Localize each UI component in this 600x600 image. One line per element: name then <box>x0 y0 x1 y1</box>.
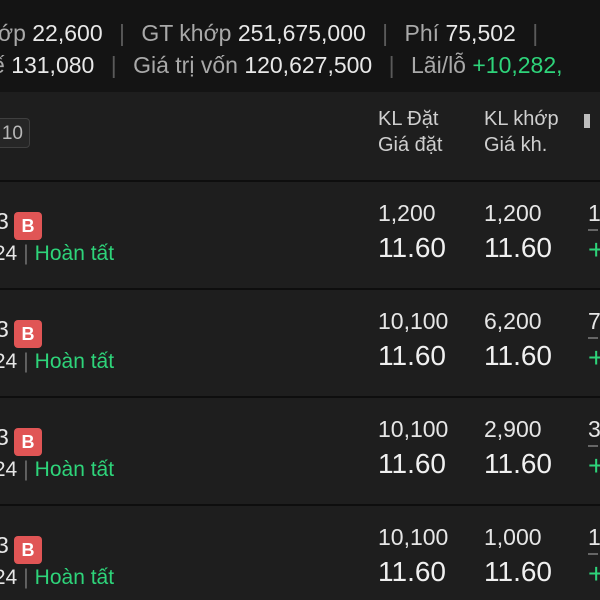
header-matched-qty: KL khớp <box>484 108 559 130</box>
separator: | <box>532 20 539 46</box>
cutoff-dash <box>588 553 598 555</box>
separator: | <box>23 242 29 265</box>
order-price: 11.60 <box>378 448 446 479</box>
cutoff-value: 1 <box>588 524 600 550</box>
order-meta: /24 |Hoàn tất <box>0 350 114 374</box>
separator: | <box>23 458 29 481</box>
cutoff-sign: + <box>588 234 600 265</box>
cutoff-value: 7 <box>588 308 600 334</box>
profit-loss-value: +10,282, <box>472 52 563 78</box>
order-qty: 10,100 <box>378 416 449 442</box>
separator: | <box>110 52 117 78</box>
matched-qty: 1,200 <box>484 200 542 226</box>
fee-label: Phí <box>404 20 440 46</box>
order-meta: /24 |Hoàn tất <box>0 566 114 590</box>
separator: | <box>23 350 29 373</box>
order-row[interactable]: 3 B /24 |Hoàn tất 10,100 6,200 11.60 11.6… <box>0 290 600 398</box>
matched-qty: 2,900 <box>484 416 542 442</box>
cutoff-sign: + <box>588 342 600 373</box>
header-col-matched: KL khớp Giá kh. <box>484 106 559 158</box>
order-row[interactable]: 3 B /24 |Hoàn tất 10,100 2,900 11.60 11.6… <box>0 398 600 506</box>
header-order-qty: KL Đặt <box>378 108 439 130</box>
matched-price: 11.60 <box>484 340 552 371</box>
order-date: /24 <box>0 242 18 265</box>
tax-label: ế <box>0 52 5 78</box>
matched-price: 11.60 <box>484 556 552 587</box>
order-count-badge: 10 <box>0 118 30 148</box>
cutoff-dash <box>588 445 598 447</box>
order-status: Hoàn tất <box>34 350 115 373</box>
separator: | <box>23 566 29 589</box>
buy-side-badge: B <box>14 428 42 456</box>
separator: | <box>382 20 389 46</box>
cost-value-value: 120,627,500 <box>244 52 373 78</box>
cost-value-label: Giá trị vốn <box>133 52 238 78</box>
order-price: 11.60 <box>378 556 446 587</box>
order-qty: 1,200 <box>378 200 436 226</box>
header-col-order: KL Đặt Giá đặt <box>378 106 442 158</box>
matched-qty-value: 22,600 <box>32 20 103 46</box>
matched-qty: 6,200 <box>484 308 542 334</box>
order-status: Hoàn tất <box>34 242 115 265</box>
matched-price: 11.60 <box>484 448 552 479</box>
order-meta: /24 |Hoàn tất <box>0 458 114 482</box>
cutoff-sign: + <box>588 558 600 589</box>
order-symbol: 3 <box>0 424 9 450</box>
cutoff-dash <box>588 229 598 231</box>
matched-value-label: GT khớp <box>141 20 232 46</box>
order-summary: ớp 22,600 | GT khớp 251,675,000 | Phí 75… <box>0 0 600 92</box>
order-symbol: 3 <box>0 208 9 234</box>
order-status: Hoàn tất <box>34 458 115 481</box>
cutoff-value: 3 <box>588 416 600 442</box>
separator: | <box>119 20 125 46</box>
cutoff-dash <box>588 337 598 339</box>
order-row[interactable]: 3 B /24 |Hoàn tất 10,100 1,000 11.60 11.6… <box>0 506 600 600</box>
summary-line-1: ớp 22,600 | GT khớp 251,675,000 | Phí 75… <box>0 18 548 48</box>
order-price: 11.60 <box>378 232 446 263</box>
order-date: /24 <box>0 350 18 373</box>
order-symbol: 3 <box>0 316 9 342</box>
header-col-cutoff <box>584 114 590 128</box>
buy-side-badge: B <box>14 536 42 564</box>
matched-value-value: 251,675,000 <box>237 20 366 46</box>
cutoff-sign: + <box>588 450 600 481</box>
summary-line-2: ế 131,080 | Giá trị vốn 120,627,500 | Lã… <box>0 50 563 80</box>
matched-qty: 1,000 <box>484 524 542 550</box>
order-qty: 10,100 <box>378 524 449 550</box>
order-date: /24 <box>0 566 18 589</box>
order-qty: 10,100 <box>378 308 449 334</box>
order-symbol: 3 <box>0 532 9 558</box>
matched-qty-label: ớp <box>0 20 26 46</box>
profit-loss-label: Lãi/lỗ <box>410 52 466 78</box>
order-price: 11.60 <box>378 340 446 371</box>
cutoff-value: 1 <box>588 200 600 226</box>
header-order-price: Giá đặt <box>378 134 443 156</box>
order-row[interactable]: 3 B /24 |Hoàn tất 1,200 1,200 11.60 11.60… <box>0 182 600 290</box>
table-header: 10 KL Đặt Giá đặt KL khớp Giá kh. <box>0 92 600 182</box>
buy-side-badge: B <box>14 320 42 348</box>
order-meta: /24 |Hoàn tất <box>0 242 114 266</box>
tax-value: 131,080 <box>11 52 95 78</box>
separator: | <box>388 52 395 78</box>
buy-side-badge: B <box>14 212 42 240</box>
fee-value: 75,502 <box>445 20 516 46</box>
header-matched-price: Giá kh. <box>484 134 548 156</box>
order-date: /24 <box>0 458 18 481</box>
order-status: Hoàn tất <box>34 566 115 589</box>
matched-price: 11.60 <box>484 232 552 263</box>
